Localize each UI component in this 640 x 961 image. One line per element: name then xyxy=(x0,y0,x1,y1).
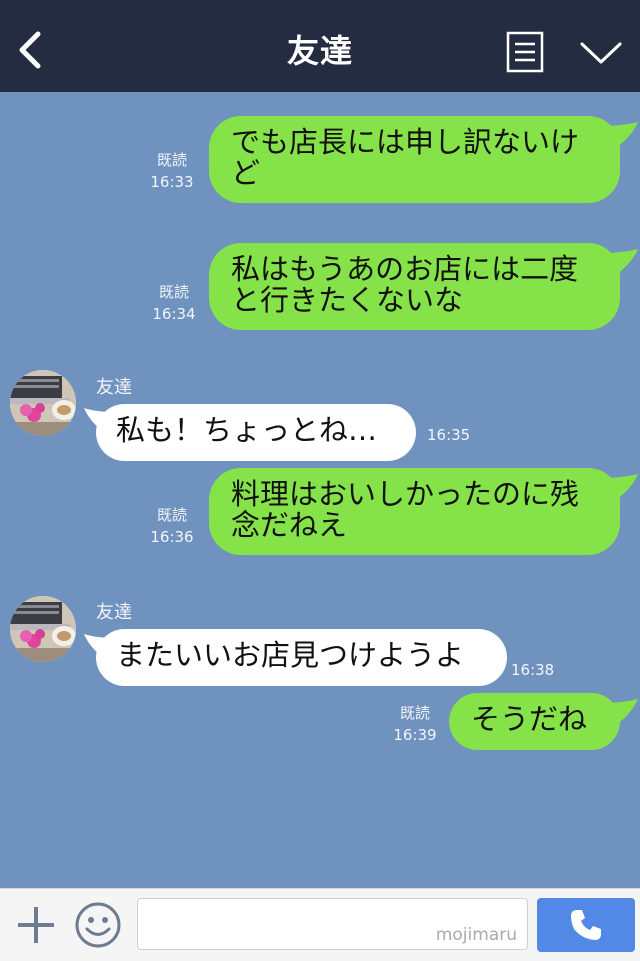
read-receipt: 既読 xyxy=(156,506,187,524)
message-text: またいいお店見つけようよ xyxy=(116,638,465,672)
message-text: 私も！ちょっとね… xyxy=(116,413,378,447)
message-meta: 既読 16:39 xyxy=(393,702,437,746)
chat-title: 友達 xyxy=(286,32,353,70)
outgoing-message-bubble[interactable]: 私はもうあのお店には二度と行きたくないな xyxy=(209,243,620,330)
watermark-text: mojimaru xyxy=(435,925,517,945)
outgoing-message-bubble[interactable]: でも店長には申し訳ないけど xyxy=(209,116,620,203)
message-time: 16:34 xyxy=(152,305,196,323)
message-time: 16:35 xyxy=(427,426,471,444)
avatar[interactable] xyxy=(10,596,76,662)
bubble-tail xyxy=(602,699,638,725)
message-input[interactable]: mojimaru xyxy=(137,898,528,950)
bubble-tail xyxy=(602,122,638,148)
message-input-bar: mojimaru xyxy=(0,888,640,961)
outgoing-message-bubble[interactable]: 料理はおいしかったのに残念だねえ xyxy=(209,468,620,555)
read-receipt: 既読 xyxy=(158,283,189,301)
message-text: 私はもうあのお店には二度と行きたくないな xyxy=(231,252,579,317)
message-text: でも店長には申し訳ないけど xyxy=(231,125,580,190)
phone-icon xyxy=(571,910,601,940)
call-button[interactable] xyxy=(537,898,635,952)
sender-name: 友達 xyxy=(96,377,132,398)
incoming-message-bubble[interactable]: またいいお店見つけようよ xyxy=(96,629,507,686)
avatar[interactable] xyxy=(10,370,76,436)
chat-header: 友達 xyxy=(0,0,640,92)
message-list[interactable]: 既読 16:33 でも店長には申し訳ないけど 既読 16:34 私はもうあのお店… xyxy=(0,92,640,888)
message-text: そうだね xyxy=(471,702,588,736)
bubble-tail xyxy=(602,474,638,500)
outgoing-message-bubble[interactable]: そうだね xyxy=(449,693,620,750)
message-text: 料理はおいしかったのに残念だねえ xyxy=(231,477,580,542)
avatar-photo xyxy=(10,596,76,662)
read-receipt: 既読 xyxy=(399,704,430,722)
sender-name: 友達 xyxy=(96,602,132,623)
message-time: 16:33 xyxy=(150,173,194,191)
message-meta: 既読 16:33 xyxy=(150,149,194,193)
chevron-down-icon[interactable] xyxy=(578,38,624,68)
incoming-message-bubble[interactable]: 私も！ちょっとね… xyxy=(96,404,416,461)
avatar-photo xyxy=(10,370,76,436)
message-time: 16:36 xyxy=(150,528,194,546)
smile-icon[interactable] xyxy=(74,901,122,949)
bubble-tail xyxy=(602,249,638,275)
message-time: 16:39 xyxy=(393,726,437,744)
menu-icon[interactable] xyxy=(506,31,544,73)
plus-icon[interactable] xyxy=(14,903,58,947)
message-time: 16:38 xyxy=(511,661,555,679)
message-meta: 既読 16:36 xyxy=(150,504,194,548)
read-receipt: 既読 xyxy=(156,151,187,169)
message-meta: 既読 16:34 xyxy=(152,281,196,325)
